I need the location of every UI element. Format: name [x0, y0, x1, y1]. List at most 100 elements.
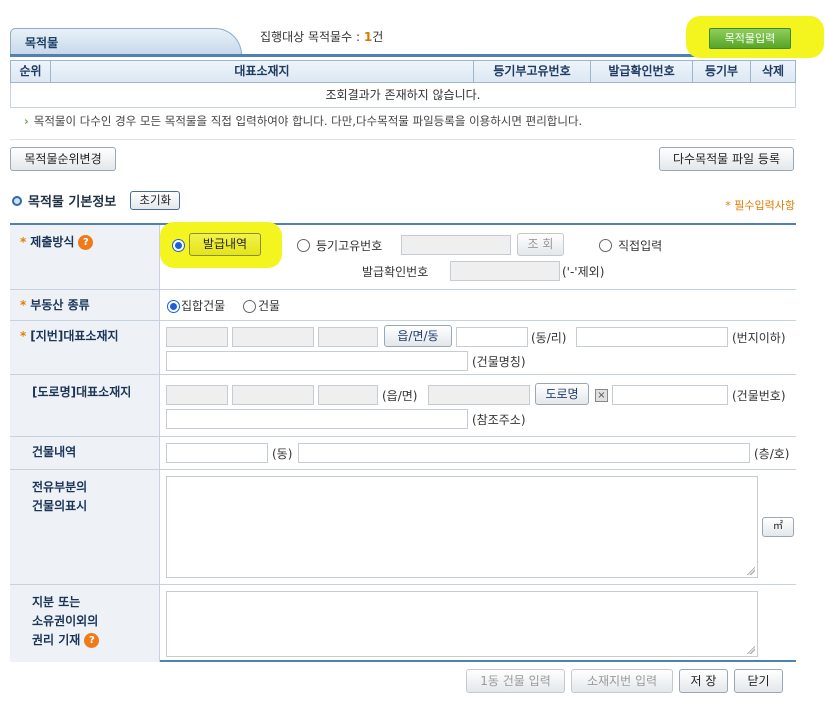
section-title-text: 목적물 기본정보 — [28, 195, 117, 210]
reset-button[interactable]: 초기화 — [130, 191, 181, 210]
dong-ri-input[interactable] — [456, 327, 528, 347]
required-star: * — [20, 235, 27, 249]
notice-text: › 목적물이 다수인 경우 모든 목적물을 직접 입력하여야 합니다. 다만,다수… — [24, 113, 582, 129]
required-star: * — [20, 298, 27, 312]
building-number-label: (건물번호) — [732, 389, 786, 403]
eup-myeon-dong-button[interactable]: 읍/면/동 — [384, 325, 452, 347]
exclusive-part-textarea[interactable] — [166, 476, 758, 578]
road-extra-input[interactable] — [318, 385, 378, 405]
row-property-type: * 부동산 종류 집합건물 건물 — [10, 290, 796, 321]
col-rank: 순위 — [11, 61, 51, 82]
label-building-detail: 건물내역 — [10, 437, 160, 469]
radio-collective-building[interactable] — [167, 300, 180, 313]
label-line-2: 소유권이외의 — [32, 614, 99, 628]
building-number-input[interactable] — [612, 385, 728, 405]
eup-myeon-label: (읍/면) — [382, 389, 418, 403]
object-input-button[interactable]: 목적물입력 — [709, 28, 791, 49]
road-name-input[interactable] — [428, 385, 530, 405]
square-meter-button[interactable]: ㎡ — [762, 517, 794, 537]
building-name-label: (건물명칭) — [472, 355, 526, 369]
direct-input-label: 직접입력 — [618, 239, 663, 253]
close-button[interactable]: 닫기 — [734, 669, 783, 693]
lot-number-label: (번지이하) — [732, 331, 786, 345]
road-sigungu-input[interactable] — [232, 385, 314, 405]
lot-sigungu-input[interactable] — [232, 327, 314, 347]
building-input-button[interactable]: 1동 건물 입력 — [466, 669, 565, 693]
count-label: 집행대상 목적물수 : — [260, 30, 360, 44]
row-lot-address: * [지번]대표소재지 읍/면/동 (동/리) (번지이하) (건물명칭) — [10, 321, 796, 375]
building-label: 건물 — [258, 299, 281, 313]
count-unit: 건 — [372, 30, 384, 44]
radio-building[interactable] — [243, 300, 256, 313]
count-value: 1 — [363, 30, 373, 44]
clear-icon[interactable]: × — [595, 389, 608, 402]
reference-address-input[interactable] — [166, 409, 468, 429]
radio-direct-input[interactable] — [599, 239, 612, 252]
road-sido-input[interactable] — [166, 385, 228, 405]
col-registry: 등기부 — [693, 61, 751, 82]
issue-confirm-hint: ('-'제외) — [562, 265, 605, 279]
dong-label: (동) — [272, 447, 293, 461]
reference-address-label: (참조주소) — [472, 413, 526, 427]
circle-bullet-icon — [12, 195, 22, 206]
dong-input[interactable] — [166, 443, 268, 463]
row-building-detail: 건물내역 (동) (층/호) — [10, 437, 796, 470]
required-note: * 필수입력사항 — [725, 199, 795, 212]
label-submit-method: * 제출방식? — [10, 225, 160, 289]
help-icon[interactable]: ? — [84, 633, 100, 648]
label-share-rights: 지분 또는 소유권이외의 권리 기재? — [10, 585, 160, 662]
floor-ho-label: (층/호) — [754, 447, 790, 461]
issue-confirm-input[interactable] — [450, 261, 560, 281]
tab-label: 목적물 — [25, 36, 59, 50]
tab-target-objects[interactable]: 목적물 — [10, 28, 242, 55]
save-button[interactable]: 저 장 — [679, 669, 728, 693]
road-name-button[interactable]: 도로명 — [535, 383, 589, 405]
col-issue-no: 발급확인번호 — [591, 61, 693, 82]
object-table-header: 순위 대표소재지 등기부고유번호 발급확인번호 등기부 삭제 — [10, 60, 796, 83]
required-star: * — [20, 329, 27, 343]
divider — [10, 139, 796, 140]
object-basic-info-form: * 제출방식? 발급내역 등기고유번호 조 회 직접입력 발급확인번호 ('-'제… — [10, 222, 796, 662]
radio-reg-number[interactable] — [297, 239, 310, 252]
label-text: [지번]대표소재지 — [30, 329, 119, 343]
collective-building-label: 집합건물 — [181, 299, 226, 313]
target-count: 집행대상 목적물수 : 1건 — [260, 28, 383, 45]
lot-number-input[interactable] — [576, 327, 728, 347]
label-road-address: [도로명]대표소재지 — [10, 375, 160, 436]
label-text: 건물내역 — [32, 445, 77, 459]
row-road-address: [도로명]대표소재지 (읍/면) 도로명 × (건물번호) (참조주소) — [10, 375, 796, 437]
label-text: [도로명]대표소재지 — [32, 385, 132, 399]
tab-underline — [10, 54, 796, 57]
label-line-1: 지분 또는 — [32, 595, 81, 609]
row-exclusive-part: 전유부분의 건물의표시 ㎡ — [10, 470, 796, 585]
building-name-input[interactable] — [166, 351, 468, 371]
change-order-button[interactable]: 목적물순위변경 — [10, 147, 116, 171]
issue-history-button[interactable]: 발급내역 — [189, 233, 261, 256]
label-line-1: 전유부분의 — [32, 480, 88, 494]
label-property-type: * 부동산 종류 — [10, 290, 160, 320]
lot-input-button[interactable]: 소재지번 입력 — [571, 669, 673, 693]
row-submit-method: * 제출방식? 발급내역 등기고유번호 조 회 직접입력 발급확인번호 ('-'제… — [10, 222, 796, 290]
label-exclusive-part: 전유부분의 건물의표시 — [10, 470, 160, 584]
radio-issue-history[interactable] — [172, 239, 185, 252]
issue-confirm-label: 발급확인번호 — [362, 265, 429, 279]
help-icon[interactable]: ? — [78, 235, 94, 250]
table-empty-row: 조회결과가 존재하지 않습니다. — [10, 83, 796, 108]
col-delete: 삭제 — [761, 64, 785, 78]
label-line-3: 권리 기재 — [32, 633, 81, 647]
dong-ri-label: (동/리) — [531, 331, 567, 345]
lot-sido-input[interactable] — [166, 327, 228, 347]
label-line-2: 건물의표시 — [32, 499, 88, 513]
col-address: 대표소재지 — [51, 61, 474, 82]
lookup-button[interactable]: 조 회 — [517, 233, 564, 256]
arrow-right-icon: › — [24, 114, 29, 128]
label-text: 부동산 종류 — [30, 298, 90, 312]
lot-extra-input[interactable] — [318, 327, 378, 347]
share-rights-textarea[interactable] — [166, 591, 758, 657]
col-reg-no: 등기부고유번호 — [474, 61, 591, 82]
reg-number-label: 등기고유번호 — [316, 239, 383, 253]
reg-number-input[interactable] — [401, 235, 511, 255]
multi-file-register-button[interactable]: 다수목적물 파일 등록 — [659, 147, 794, 171]
floor-ho-input[interactable] — [298, 443, 750, 463]
row-share-rights: 지분 또는 소유권이외의 권리 기재? — [10, 585, 796, 662]
